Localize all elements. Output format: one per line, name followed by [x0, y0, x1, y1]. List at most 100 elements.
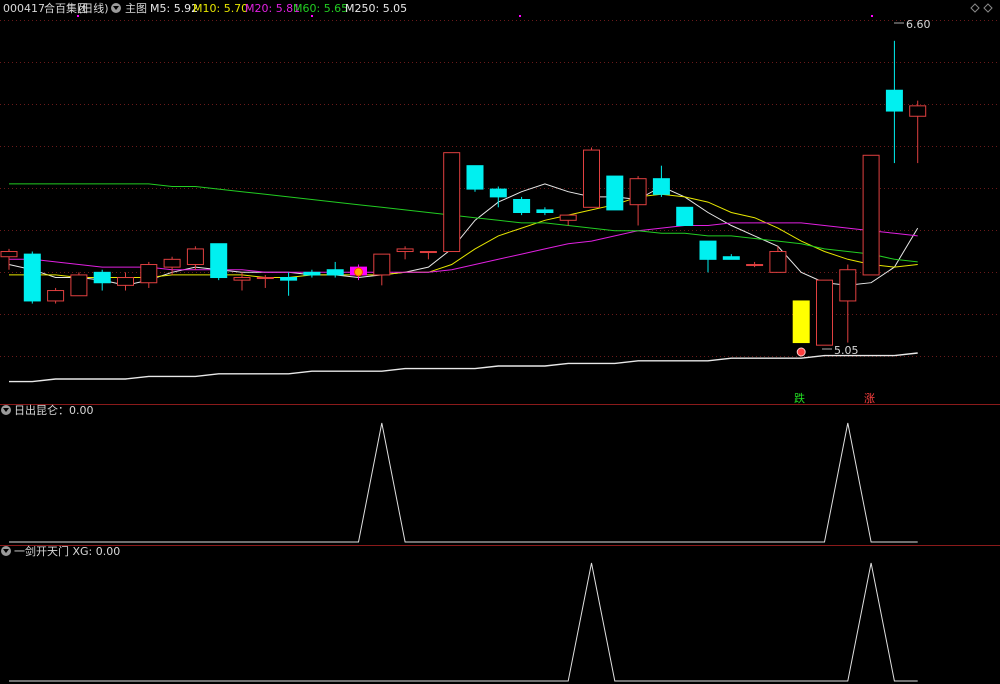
candle [862, 154, 880, 276]
candle-body [536, 209, 554, 214]
ma-legend-item: M5: 5.92 [150, 2, 198, 15]
candle [676, 206, 694, 227]
candle-body [839, 269, 857, 302]
ma-line-M250 [9, 352, 918, 383]
candle [396, 246, 414, 260]
candle [792, 300, 810, 344]
high-price-label: 6.60 [906, 18, 931, 31]
candle [280, 272, 298, 296]
candle [513, 196, 531, 216]
candle-body [0, 251, 18, 258]
candle [885, 40, 903, 164]
diamond-icon[interactable] [970, 3, 980, 13]
candle-body [117, 277, 134, 286]
candle-body [70, 274, 88, 297]
chart-header: 000417 合百集团 (日线) 主图 M5: 5.92M10: 5.70M20… [3, 1, 993, 15]
ma-legend-item: M20: 5.81 [245, 2, 300, 15]
candle [23, 251, 41, 304]
candle-body [23, 253, 41, 302]
candle-body [303, 271, 321, 276]
candle-body [466, 165, 484, 190]
candle [909, 100, 927, 164]
candle-body [909, 105, 927, 117]
top-marker [311, 15, 313, 17]
low-price-label: 5.05 [834, 344, 859, 357]
ma-legend-item: M10: 5.70 [193, 2, 248, 15]
indicator-line [9, 422, 918, 543]
candle-body [140, 264, 158, 284]
candle [629, 176, 647, 226]
candle [559, 214, 577, 226]
candle [419, 251, 437, 260]
candle-body [513, 198, 531, 214]
candle [443, 152, 461, 253]
candle-body [606, 175, 624, 211]
candle-body [583, 149, 600, 208]
candle-body [699, 240, 717, 260]
candle-body [186, 248, 204, 266]
stock-code: 000417 [3, 2, 45, 15]
candle [606, 175, 624, 211]
candle [652, 165, 670, 197]
candle [47, 287, 65, 304]
candle-body [676, 206, 694, 227]
ma-legend-item: M60: 5.65 [293, 2, 348, 15]
candle [489, 186, 507, 208]
candle-body [443, 152, 461, 253]
candle-body [769, 251, 787, 273]
candle [70, 272, 88, 297]
candle [769, 246, 787, 273]
candle [303, 269, 321, 278]
candle [839, 264, 857, 343]
candle-body [652, 178, 670, 195]
main-plot [0, 15, 927, 383]
sun-icon [354, 267, 363, 277]
period-label: (日线) [78, 1, 109, 15]
candle-body [792, 300, 810, 344]
candle-body [47, 290, 65, 302]
chart-canvas[interactable]: 000417 合百集团 (日线) 主图 M5: 5.92M10: 5.70M20… [0, 0, 1000, 684]
candle [93, 269, 111, 291]
grid [0, 20, 1000, 357]
candle [326, 261, 344, 278]
candle [186, 246, 204, 270]
candle [140, 261, 158, 288]
candle-body [746, 264, 764, 267]
main-chart-label: 主图 [125, 2, 147, 15]
panel1-plot [9, 422, 918, 543]
panel1-title: 日出昆仑：0.00 [14, 403, 94, 417]
candle [117, 272, 134, 291]
candle-body [256, 277, 274, 280]
candle-body [280, 277, 298, 281]
panel2-plot [9, 562, 918, 682]
die-marker: 跌 [794, 391, 805, 405]
candle [699, 240, 717, 273]
indicator-line [9, 562, 918, 682]
candle-body [210, 243, 228, 279]
candle [373, 253, 391, 286]
candle [210, 243, 228, 281]
candle [536, 207, 554, 216]
candle-body [233, 277, 251, 281]
top-marker [871, 15, 873, 17]
candle-body [816, 279, 833, 346]
zhang-marker: 涨 [864, 392, 875, 405]
candle-body [373, 253, 391, 276]
signal-dot-icon [796, 347, 806, 357]
candle [746, 261, 764, 268]
candle-body [489, 188, 507, 198]
candle [466, 165, 484, 192]
candle-body [163, 258, 181, 268]
candle [722, 254, 740, 260]
top-marker [519, 15, 521, 17]
candle-body [629, 178, 647, 206]
candle [163, 256, 181, 275]
diamond-icon[interactable] [983, 3, 993, 13]
candle-body [559, 214, 577, 221]
candle [583, 147, 600, 208]
candle-body [862, 154, 880, 276]
ma-legend-item: M250: 5.05 [345, 2, 407, 15]
candle-body [419, 251, 437, 254]
candle-body [722, 256, 740, 260]
candle-body [396, 248, 414, 253]
